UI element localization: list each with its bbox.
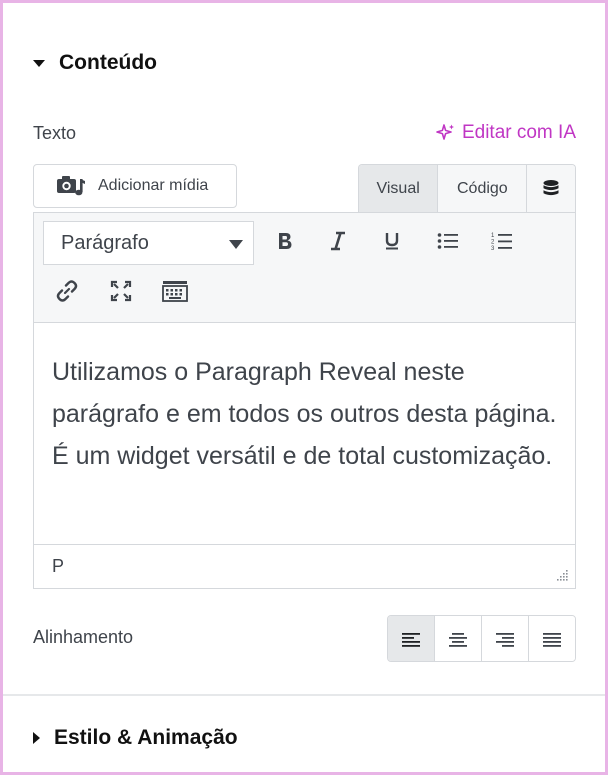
tab-code[interactable]: Código xyxy=(438,165,528,212)
editor-mode-tabs: Visual Código xyxy=(358,164,576,212)
align-right-icon xyxy=(496,632,514,647)
section-divider xyxy=(3,694,605,696)
keyboard-icon xyxy=(162,281,188,302)
bullet-list-icon xyxy=(437,233,458,249)
database-icon xyxy=(543,179,559,195)
bullet-list-button[interactable] xyxy=(430,223,466,259)
editor-statusbar: P xyxy=(34,544,575,588)
align-right-button[interactable] xyxy=(482,616,529,661)
dynamic-tags-button[interactable] xyxy=(527,165,575,212)
section-content-header[interactable]: Conteúdo xyxy=(33,51,157,75)
tab-visual[interactable]: Visual xyxy=(359,165,439,212)
section-style-header[interactable]: Estilo & Animação xyxy=(33,726,238,750)
underline-icon xyxy=(385,233,399,250)
bold-icon xyxy=(279,233,292,249)
alignment-label: Alinhamento xyxy=(33,627,134,647)
align-justify-icon xyxy=(543,632,561,647)
svg-text:3: 3 xyxy=(491,246,495,251)
alignment-control xyxy=(387,615,576,662)
section-style-title: Estilo & Animação xyxy=(54,726,238,749)
add-media-icon xyxy=(57,176,85,196)
link-icon xyxy=(56,280,78,302)
svg-text:1: 1 xyxy=(491,233,495,239)
toolbar-toggle-button[interactable] xyxy=(157,273,193,309)
editor-content[interactable]: Utilizamos o Paragraph Reveal neste pará… xyxy=(52,351,557,477)
align-center-icon xyxy=(449,632,467,647)
align-left-icon xyxy=(402,632,420,647)
editor-toolbar: Parágrafo 1 2 3 xyxy=(34,213,575,323)
format-select[interactable]: Parágrafo xyxy=(43,221,254,265)
svg-text:2: 2 xyxy=(491,240,495,246)
align-left-button[interactable] xyxy=(388,616,435,661)
fullscreen-icon xyxy=(110,280,132,302)
caret-down-icon xyxy=(33,59,45,67)
element-path[interactable]: P xyxy=(52,556,64,577)
insert-link-button[interactable] xyxy=(49,273,85,309)
sparkle-icon xyxy=(436,124,454,140)
align-center-button[interactable] xyxy=(435,616,482,661)
section-content-title: Conteúdo xyxy=(59,51,157,74)
add-media-label: Adicionar mídia xyxy=(98,177,209,194)
resize-handle-icon[interactable] xyxy=(555,568,569,582)
text-field-label: Texto xyxy=(33,123,77,143)
underline-button[interactable] xyxy=(374,223,410,259)
caret-right-icon xyxy=(33,732,40,744)
align-justify-button[interactable] xyxy=(529,616,575,661)
numbered-list-icon: 1 2 3 xyxy=(491,233,512,251)
italic-button[interactable] xyxy=(320,223,356,259)
edit-with-ai-link[interactable]: Editar com IA xyxy=(436,122,576,144)
edit-with-ai-label: Editar com IA xyxy=(461,122,576,143)
add-media-button[interactable]: Adicionar mídia xyxy=(33,164,237,208)
wysiwyg-editor: Parágrafo 1 2 3 Utilizamos o Paragraph R… xyxy=(33,212,576,589)
numbered-list-button[interactable]: 1 2 3 xyxy=(484,223,520,259)
chevron-down-icon xyxy=(229,240,243,249)
fullscreen-button[interactable] xyxy=(103,273,139,309)
format-select-value: Parágrafo xyxy=(61,231,149,254)
italic-icon xyxy=(331,231,345,251)
bold-button[interactable] xyxy=(267,223,303,259)
